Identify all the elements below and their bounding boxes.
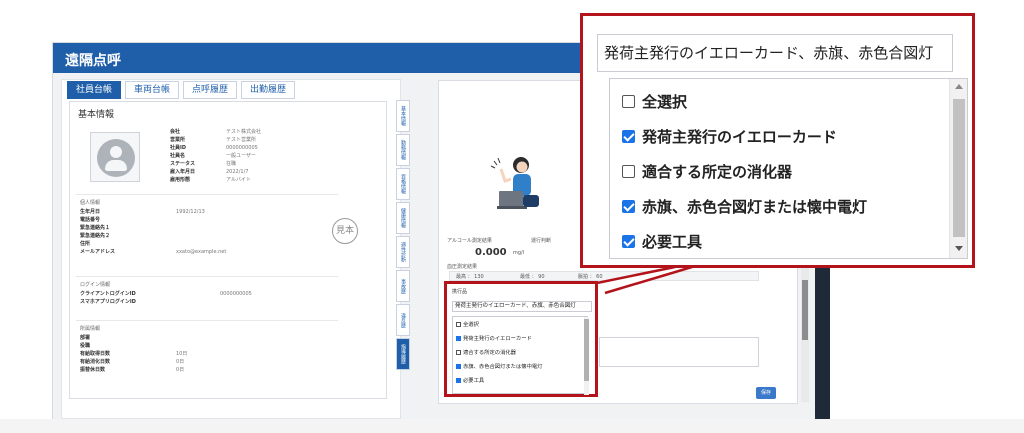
belongings-zoom-list: 全選択 発荷主発行のイエローカード 適合する所定の消化器 赤旗、赤色合図灯または…: [609, 78, 968, 259]
belongings-zoom-callout: 発荷主発行のイエローカード、赤旗、赤色合図灯 全選択 発荷主発行のイエローカード…: [580, 13, 975, 268]
checkbox-tools[interactable]: [622, 235, 635, 248]
scroll-up-icon[interactable]: [955, 84, 963, 89]
checkbox-extinguisher[interactable]: [622, 165, 635, 178]
checkbox-select-all[interactable]: [622, 95, 635, 108]
list-item[interactable]: 適合する所定の消化器: [622, 157, 792, 187]
zoom-scroll-thumb[interactable]: [953, 99, 965, 237]
zoom-scrollbar[interactable]: [949, 79, 967, 258]
bottom-band: [0, 419, 1024, 433]
screenshot-root: 遠隔点呼 社員台帳 車両台帳 点呼履歴 出勤履歴 基本情報 会社 テスト株式会社 …: [0, 0, 1024, 433]
checkbox-yellow-card[interactable]: [622, 130, 635, 143]
belongings-zoom-input[interactable]: 発荷主発行のイエローカード、赤旗、赤色合図灯: [597, 34, 953, 72]
checkbox-red-flag[interactable]: [622, 200, 635, 213]
list-item[interactable]: 赤旗、赤色合図灯または懐中電灯: [622, 192, 867, 222]
list-item[interactable]: 必要工具: [622, 227, 702, 257]
list-item[interactable]: 発荷主発行のイエローカード: [622, 122, 837, 152]
scroll-down-icon[interactable]: [955, 246, 963, 251]
list-item[interactable]: 全選択: [622, 87, 687, 117]
